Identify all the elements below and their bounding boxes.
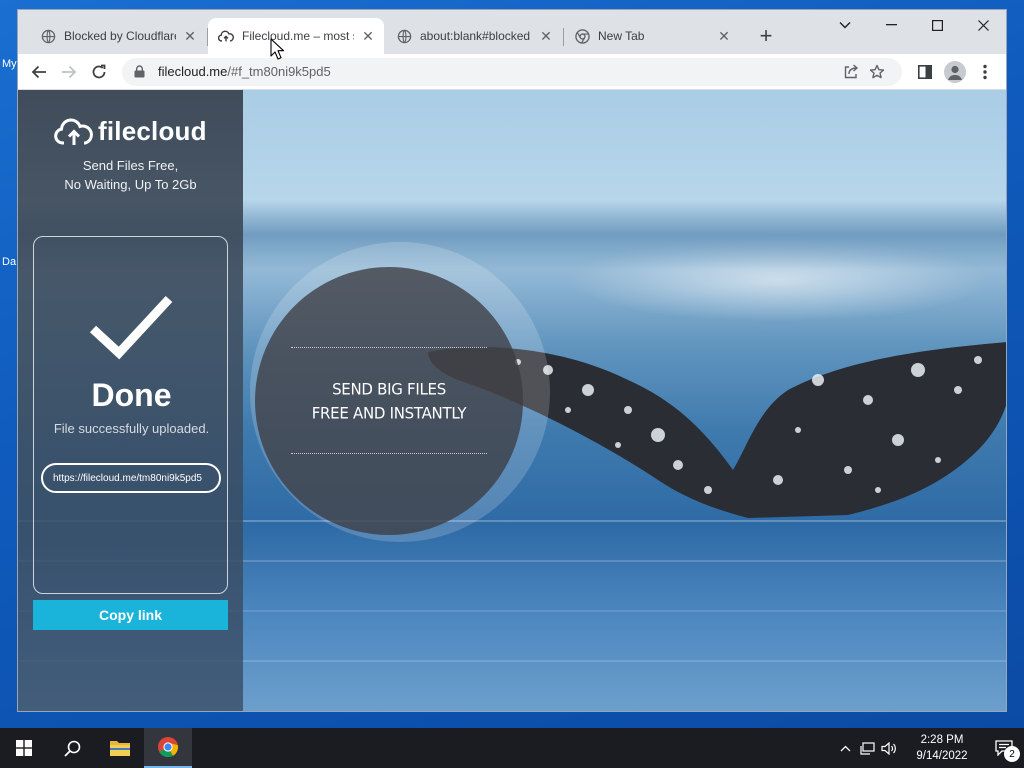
browser-window: Blocked by Cloudflare ✕ Filecloud.me – m… <box>18 10 1006 711</box>
minimize-icon[interactable] <box>868 10 914 40</box>
web-page: SEND BIG FILES FREE AND INSTANTLY filecl… <box>18 90 1006 711</box>
tab-title: about:blank#blocked <box>420 29 531 43</box>
start-button[interactable] <box>0 728 48 768</box>
tab-close-icon[interactable]: ✕ <box>716 28 732 44</box>
file-explorer-button[interactable] <box>96 728 144 768</box>
close-window-icon[interactable] <box>960 10 1006 40</box>
windows-logo-icon <box>16 740 32 756</box>
tab-search-chevron-icon[interactable] <box>822 10 868 40</box>
chrome-icon <box>158 737 179 758</box>
arrow-left-icon <box>31 65 46 78</box>
url-path: /#f_tm80ni9k5pd5 <box>227 64 331 79</box>
tab-strip: Blocked by Cloudflare ✕ Filecloud.me – m… <box>18 10 1006 54</box>
clock-time: 2:28 PM <box>920 734 964 746</box>
url-host: filecloud.me <box>158 64 228 79</box>
desktop-icon-label[interactable]: My <box>2 58 17 70</box>
chrome-icon <box>574 28 590 44</box>
new-tab-button[interactable]: + <box>752 22 780 50</box>
tab-title: Blocked by Cloudflare <box>64 29 176 43</box>
tagline-line: Send Files Free, <box>82 158 179 173</box>
avatar-icon <box>944 60 966 83</box>
system-clock[interactable]: 2:28 PM 9/14/2022 <box>906 732 978 764</box>
arrow-right-icon <box>62 65 77 78</box>
upload-status-text: File successfully uploaded. <box>53 421 210 436</box>
globe-icon <box>396 28 412 44</box>
upload-sidebar: filecloud Send Files Free, No Waiting, U… <box>18 90 243 711</box>
desktop-icon-label[interactable]: Da <box>2 256 16 268</box>
forward-button[interactable] <box>54 57 84 87</box>
logo-text: filecloud <box>98 116 207 146</box>
filecloud-logo[interactable]: filecloud <box>54 116 207 147</box>
system-tray: 2:28 PM 9/14/2022 2 <box>834 728 1024 768</box>
done-title: Done <box>91 377 172 413</box>
menu-button[interactable] <box>970 57 1000 87</box>
checkmark-icon <box>89 295 173 360</box>
tagline-line: No Waiting, Up To 2Gb <box>64 177 197 192</box>
kebab-menu-icon <box>983 64 987 79</box>
slogan-circle: SEND BIG FILES FREE AND INSTANTLY <box>255 267 523 535</box>
volume-icon[interactable] <box>878 728 900 768</box>
cloud-upload-icon <box>218 28 234 44</box>
notification-count-badge: 2 <box>1004 746 1020 762</box>
tab-close-icon[interactable]: ✕ <box>182 28 198 44</box>
side-panel-icon <box>918 64 932 79</box>
tab-filecloud[interactable]: Filecloud.me – most s ✕ <box>208 18 384 54</box>
upload-result-card: Done File successfully uploaded. https:/… <box>33 236 228 594</box>
folder-icon <box>110 741 130 756</box>
clock-date: 9/14/2022 <box>916 750 968 762</box>
search-button[interactable] <box>48 728 96 768</box>
tab-blocked-cloudflare[interactable]: Blocked by Cloudflare ✕ <box>30 18 208 54</box>
lock-icon[interactable] <box>134 65 148 78</box>
tab-title: Filecloud.me – most s <box>242 29 354 43</box>
globe-icon <box>40 28 56 44</box>
share-icon[interactable] <box>838 59 864 85</box>
notification-center-button[interactable]: 2 <box>984 728 1024 768</box>
slogan-text: SEND BIG FILES FREE AND INSTANTLY <box>255 377 523 425</box>
share-link-field[interactable]: https://filecloud.me/tm80ni9k5pd5 <box>41 463 221 493</box>
network-icon[interactable] <box>856 728 878 768</box>
copy-link-button[interactable]: Copy link <box>33 600 228 630</box>
maximize-icon[interactable] <box>914 10 960 40</box>
cloud-upload-icon <box>54 118 93 145</box>
reload-button[interactable] <box>84 57 114 87</box>
tagline: Send Files Free, No Waiting, Up To 2Gb <box>18 156 243 194</box>
profile-button[interactable] <box>940 57 970 87</box>
browser-toolbar: filecloud.me/#f_tm80ni9k5pd5 <box>18 54 1006 90</box>
search-icon <box>63 740 80 757</box>
taskbar: 2:28 PM 9/14/2022 2 <box>0 728 1024 768</box>
chevron-up-icon[interactable] <box>834 728 856 768</box>
tab-close-icon[interactable]: ✕ <box>360 28 376 44</box>
window-controls <box>822 10 1006 40</box>
tab-close-icon[interactable]: ✕ <box>538 28 554 44</box>
bookmark-star-icon[interactable] <box>864 59 890 85</box>
tab-title: New Tab <box>598 29 645 43</box>
address-bar[interactable]: filecloud.me/#f_tm80ni9k5pd5 <box>122 57 902 86</box>
side-panel-button[interactable] <box>910 57 940 87</box>
reload-icon <box>92 64 106 78</box>
slogan-line: SEND BIG FILES <box>332 379 446 399</box>
back-button[interactable] <box>24 57 54 87</box>
tab-about-blank[interactable]: about:blank#blocked ✕ <box>386 18 564 54</box>
chrome-taskbar-button[interactable] <box>144 728 192 768</box>
mouse-cursor-icon <box>270 38 284 60</box>
tab-new-tab[interactable]: New Tab ✕ <box>564 18 740 54</box>
slogan-line: FREE AND INSTANTLY <box>311 403 467 423</box>
